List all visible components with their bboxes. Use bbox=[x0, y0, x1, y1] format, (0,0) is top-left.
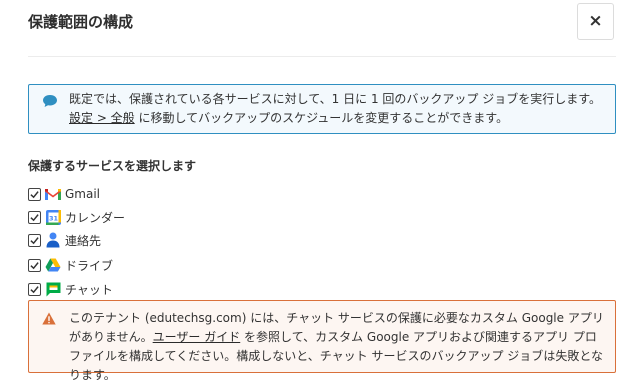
contacts-icon bbox=[45, 232, 61, 248]
header-divider bbox=[28, 56, 616, 57]
dialog-title: 保護範囲の構成 bbox=[28, 13, 134, 31]
service-item-chat: チャット bbox=[28, 280, 113, 298]
service-item-gmail: Gmail bbox=[28, 185, 100, 203]
checkmark-icon bbox=[30, 190, 39, 198]
service-label: Gmail bbox=[65, 187, 101, 201]
svg-text:31: 31 bbox=[48, 214, 58, 222]
checkmark-icon bbox=[30, 213, 39, 221]
checkmark-icon bbox=[30, 261, 39, 269]
speech-bubble-icon bbox=[43, 95, 57, 107]
gmail-icon bbox=[45, 186, 61, 202]
info-text-after: に移動してバックアップのスケジュールを変更することができます。 bbox=[134, 111, 509, 125]
service-item-drive: ドライブ bbox=[28, 256, 113, 274]
drive-icon bbox=[45, 257, 61, 273]
chat-icon bbox=[45, 281, 61, 297]
settings-general-link[interactable]: 設定 > 全般 bbox=[69, 111, 135, 125]
service-label: 連絡先 bbox=[65, 233, 102, 248]
chat-checkbox[interactable] bbox=[28, 282, 41, 296]
service-label: カレンダー bbox=[65, 210, 126, 225]
service-label: チャット bbox=[65, 282, 113, 297]
drive-checkbox[interactable] bbox=[28, 258, 41, 272]
gmail-checkbox[interactable] bbox=[28, 187, 41, 201]
warning-triangle-icon bbox=[42, 312, 56, 325]
warning-banner: このテナント (edutechsg.com) には、チャット サービスの保護に必… bbox=[28, 300, 616, 382]
info-text: 既定では、保護されている各サービスに対して、1 日に 1 回のバックアップ ジョ… bbox=[69, 92, 602, 106]
checkmark-icon bbox=[30, 236, 39, 244]
calendar-checkbox[interactable] bbox=[28, 210, 41, 224]
user-guide-link[interactable]: ユーザー ガイド bbox=[153, 330, 241, 344]
services-label: 保護するサービスを選択します bbox=[28, 159, 197, 173]
close-button[interactable]: × bbox=[577, 3, 614, 40]
service-label: ドライブ bbox=[65, 258, 114, 273]
contacts-checkbox[interactable] bbox=[28, 233, 41, 247]
calendar-icon: 31 bbox=[45, 209, 61, 225]
checkmark-icon bbox=[30, 285, 39, 293]
service-item-calendar: 31 カレンダー bbox=[28, 208, 125, 226]
service-item-contacts: 連絡先 bbox=[28, 231, 101, 249]
close-icon: × bbox=[588, 11, 603, 31]
info-banner: 既定では、保護されている各サービスに対して、1 日に 1 回のバックアップ ジョ… bbox=[28, 84, 616, 134]
